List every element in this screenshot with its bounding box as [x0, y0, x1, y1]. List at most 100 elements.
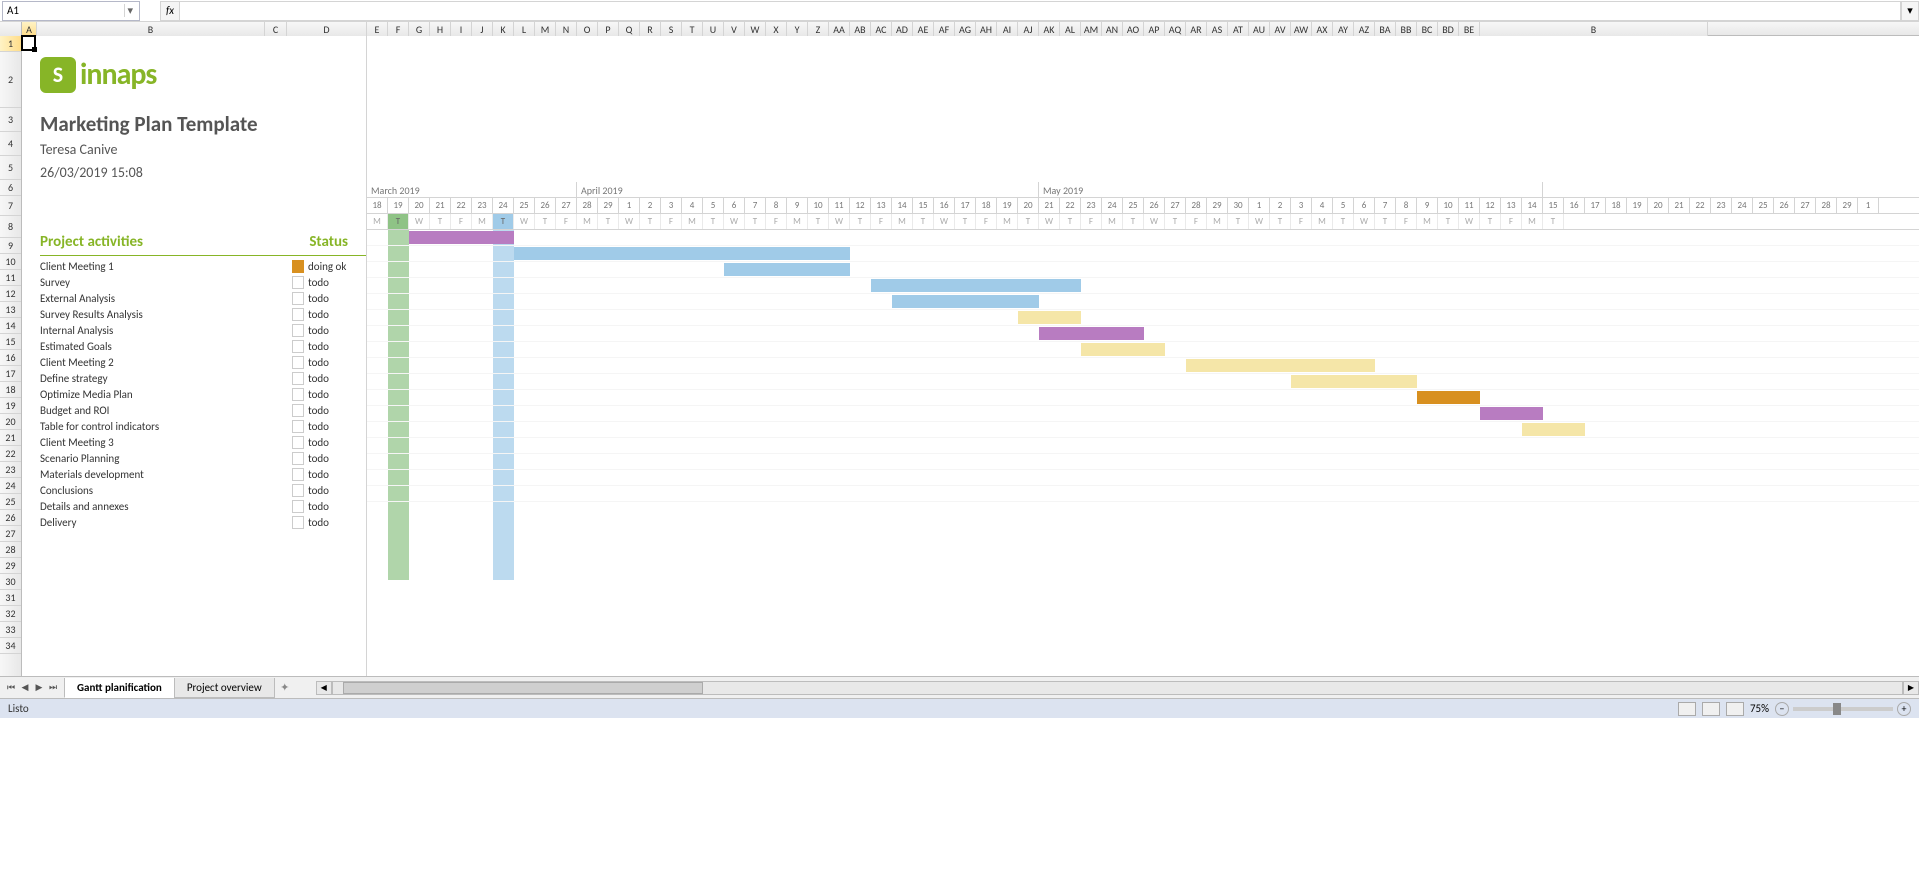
col-header-P[interactable]: P — [598, 22, 619, 36]
col-header-U[interactable]: U — [703, 22, 724, 36]
row-header-30[interactable]: 30 — [0, 574, 21, 590]
row-header-34[interactable]: 34 — [0, 638, 21, 654]
row-header-2[interactable]: 2 — [0, 52, 21, 108]
row-header-4[interactable]: 4 — [0, 132, 21, 156]
col-header-X[interactable]: X — [766, 22, 787, 36]
row-header-25[interactable]: 25 — [0, 494, 21, 510]
row-header-3[interactable]: 3 — [0, 108, 21, 132]
col-header-AK[interactable]: AK — [1039, 22, 1060, 36]
scroll-thumb[interactable] — [343, 682, 703, 694]
col-header-T[interactable]: T — [682, 22, 703, 36]
name-box-dropdown-icon[interactable]: ▾ — [124, 4, 135, 17]
col-header-BA[interactable]: BA — [1375, 22, 1396, 36]
row-header-21[interactable]: 21 — [0, 430, 21, 446]
col-header-AD[interactable]: AD — [892, 22, 913, 36]
col-header-L[interactable]: L — [514, 22, 535, 36]
col-header-AO[interactable]: AO — [1123, 22, 1144, 36]
col-header-AN[interactable]: AN — [1102, 22, 1123, 36]
row-header-24[interactable]: 24 — [0, 478, 21, 494]
col-header-C[interactable]: C — [265, 22, 287, 36]
gantt-bar[interactable] — [724, 263, 850, 276]
gantt-bar[interactable] — [1522, 423, 1585, 436]
tab-nav-last[interactable]: ⏭ — [46, 681, 60, 695]
name-box[interactable]: A1 ▾ — [2, 1, 140, 21]
row-header-13[interactable]: 13 — [0, 302, 21, 318]
zoom-slider[interactable]: − + — [1775, 702, 1911, 716]
col-header-O[interactable]: O — [577, 22, 598, 36]
col-header-AG[interactable]: AG — [955, 22, 976, 36]
col-header-S[interactable]: S — [661, 22, 682, 36]
col-header-AY[interactable]: AY — [1333, 22, 1354, 36]
row-header-17[interactable]: 17 — [0, 366, 21, 382]
col-header-F[interactable]: F — [388, 22, 409, 36]
zoom-track[interactable] — [1793, 707, 1893, 711]
col-header-Z[interactable]: Z — [808, 22, 829, 36]
row-header-33[interactable]: 33 — [0, 622, 21, 638]
activity-row[interactable]: Conclusionstodo — [40, 482, 366, 498]
zoom-in-button[interactable]: + — [1897, 702, 1911, 716]
col-header-AH[interactable]: AH — [976, 22, 997, 36]
scroll-right-button[interactable]: ▶ — [1903, 681, 1919, 695]
activity-row[interactable]: Surveytodo — [40, 274, 366, 290]
col-header-AI[interactable]: AI — [997, 22, 1018, 36]
col-header-AU[interactable]: AU — [1249, 22, 1270, 36]
col-header-Y[interactable]: Y — [787, 22, 808, 36]
scroll-left-button[interactable]: ◀ — [316, 681, 332, 695]
activity-row[interactable]: Client Meeting 3todo — [40, 434, 366, 450]
col-header-AB[interactable]: AB — [850, 22, 871, 36]
col-header-AT[interactable]: AT — [1228, 22, 1249, 36]
activity-row[interactable]: Survey Results Analysistodo — [40, 306, 366, 322]
zoom-level[interactable]: 75% — [1750, 702, 1769, 715]
col-header-W[interactable]: W — [745, 22, 766, 36]
row-header-11[interactable]: 11 — [0, 270, 21, 286]
row-header-22[interactable]: 22 — [0, 446, 21, 462]
activity-row[interactable]: Client Meeting 1doing ok — [40, 258, 366, 274]
gantt-bar[interactable] — [1186, 359, 1375, 372]
row-header-28[interactable]: 28 — [0, 542, 21, 558]
tab-nav-next[interactable]: ▶ — [32, 681, 46, 695]
activity-row[interactable]: Deliverytodo — [40, 514, 366, 530]
add-sheet-button[interactable]: ✦ — [274, 681, 296, 694]
view-page-layout-button[interactable] — [1702, 702, 1720, 716]
col-header-N[interactable]: N — [556, 22, 577, 36]
row-header-12[interactable]: 12 — [0, 286, 21, 302]
col-header-A[interactable]: A — [22, 22, 37, 36]
col-header-R[interactable]: R — [640, 22, 661, 36]
col-header-E[interactable]: E — [367, 22, 388, 36]
activity-row[interactable]: Internal Analysistodo — [40, 322, 366, 338]
col-header-V[interactable]: V — [724, 22, 745, 36]
gantt-bar[interactable] — [1081, 343, 1165, 356]
col-header-AQ[interactable]: AQ — [1165, 22, 1186, 36]
view-page-break-button[interactable] — [1726, 702, 1744, 716]
col-header-AW[interactable]: AW — [1291, 22, 1312, 36]
gantt-bar[interactable] — [871, 279, 1081, 292]
row-header-15[interactable]: 15 — [0, 334, 21, 350]
gantt-bar[interactable] — [1480, 407, 1543, 420]
row-header-7[interactable]: 7 — [0, 196, 21, 216]
col-header-G[interactable]: G — [409, 22, 430, 36]
col-header-Q[interactable]: Q — [619, 22, 640, 36]
select-all-cell[interactable] — [0, 22, 22, 36]
row-header-29[interactable]: 29 — [0, 558, 21, 574]
col-header-H[interactable]: H — [430, 22, 451, 36]
col-header-BE[interactable]: BE — [1459, 22, 1480, 36]
col-header-AS[interactable]: AS — [1207, 22, 1228, 36]
row-header-26[interactable]: 26 — [0, 510, 21, 526]
col-header-AP[interactable]: AP — [1144, 22, 1165, 36]
col-header-AA[interactable]: AA — [829, 22, 850, 36]
row-header-19[interactable]: 19 — [0, 398, 21, 414]
col-header-AC[interactable]: AC — [871, 22, 892, 36]
gantt-bar[interactable] — [409, 231, 514, 244]
row-header-16[interactable]: 16 — [0, 350, 21, 366]
activity-row[interactable]: Scenario Planningtodo — [40, 450, 366, 466]
row-header-6[interactable]: 6 — [0, 180, 21, 196]
col-header-AL[interactable]: AL — [1060, 22, 1081, 36]
gantt-bar[interactable] — [1039, 327, 1144, 340]
tab-overview[interactable]: Project overview — [174, 678, 275, 698]
col-header-B[interactable]: B — [37, 22, 265, 36]
activity-row[interactable]: Client Meeting 2todo — [40, 354, 366, 370]
col-header-B[interactable]: B — [1480, 22, 1708, 36]
row-header-31[interactable]: 31 — [0, 590, 21, 606]
tab-nav-first[interactable]: ⏮ — [4, 681, 18, 695]
zoom-out-button[interactable]: − — [1775, 702, 1789, 716]
